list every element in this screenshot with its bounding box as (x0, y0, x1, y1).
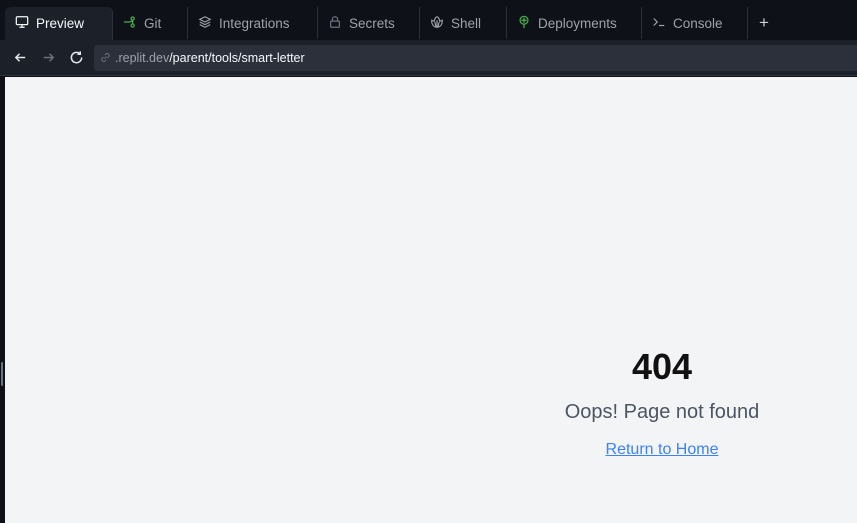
url-path: /parent/tools/smart-letter (169, 50, 305, 65)
layers-icon (198, 15, 212, 32)
arrow-left-icon (14, 53, 25, 62)
back-button[interactable] (6, 44, 34, 72)
preview-pane: 404 Oops! Page not found Return to Home (5, 77, 857, 523)
error-code: 404 (631, 346, 693, 387)
tab-console[interactable]: Console (642, 7, 748, 39)
shell-icon (430, 15, 444, 32)
tab-preview[interactable]: Preview (5, 7, 113, 40)
forward-button[interactable] (34, 44, 62, 72)
error-message: Oops! Page not found (564, 401, 760, 423)
tab-label: Deployments (538, 15, 617, 31)
tab-deployments[interactable]: Deployments (507, 7, 642, 39)
git-branch-icon (123, 15, 137, 32)
tab-label: Console (673, 15, 723, 31)
url-domain: .replit.dev (115, 50, 170, 65)
tab-label: Preview (36, 16, 85, 31)
url-bar: .replit.dev/parent/tools/smart-letter (0, 40, 857, 76)
add-tab-button[interactable]: + (748, 7, 780, 39)
tab-integrations[interactable]: Integrations (188, 7, 318, 39)
tab-label: Integrations (219, 15, 290, 31)
link-icon (101, 53, 110, 62)
tab-bar: Preview Git Integrations Secrets Shell D… (0, 0, 857, 40)
not-found-panel: 404 Oops! Page not found Return to Home (520, 345, 804, 460)
deployments-icon (517, 15, 531, 32)
tab-label: Shell (451, 15, 482, 31)
tab-label: Secrets (349, 15, 395, 31)
reload-icon (70, 51, 82, 64)
lock-icon (328, 15, 342, 32)
tab-shell[interactable]: Shell (420, 7, 507, 39)
terminal-prompt-icon (652, 15, 666, 32)
tab-git[interactable]: Git (113, 7, 188, 39)
url-input[interactable]: .replit.dev/parent/tools/smart-letter (94, 44, 857, 71)
replit-workspace: Preview Git Integrations Secrets Shell D… (0, 0, 857, 523)
resize-handle[interactable] (1, 362, 3, 386)
tab-label: Git (144, 15, 162, 31)
return-home-link[interactable]: Return to Home (606, 440, 719, 460)
arrow-right-icon (43, 53, 54, 62)
tab-secrets[interactable]: Secrets (318, 7, 420, 39)
monitor-icon (15, 15, 29, 32)
reload-button[interactable] (62, 44, 90, 72)
